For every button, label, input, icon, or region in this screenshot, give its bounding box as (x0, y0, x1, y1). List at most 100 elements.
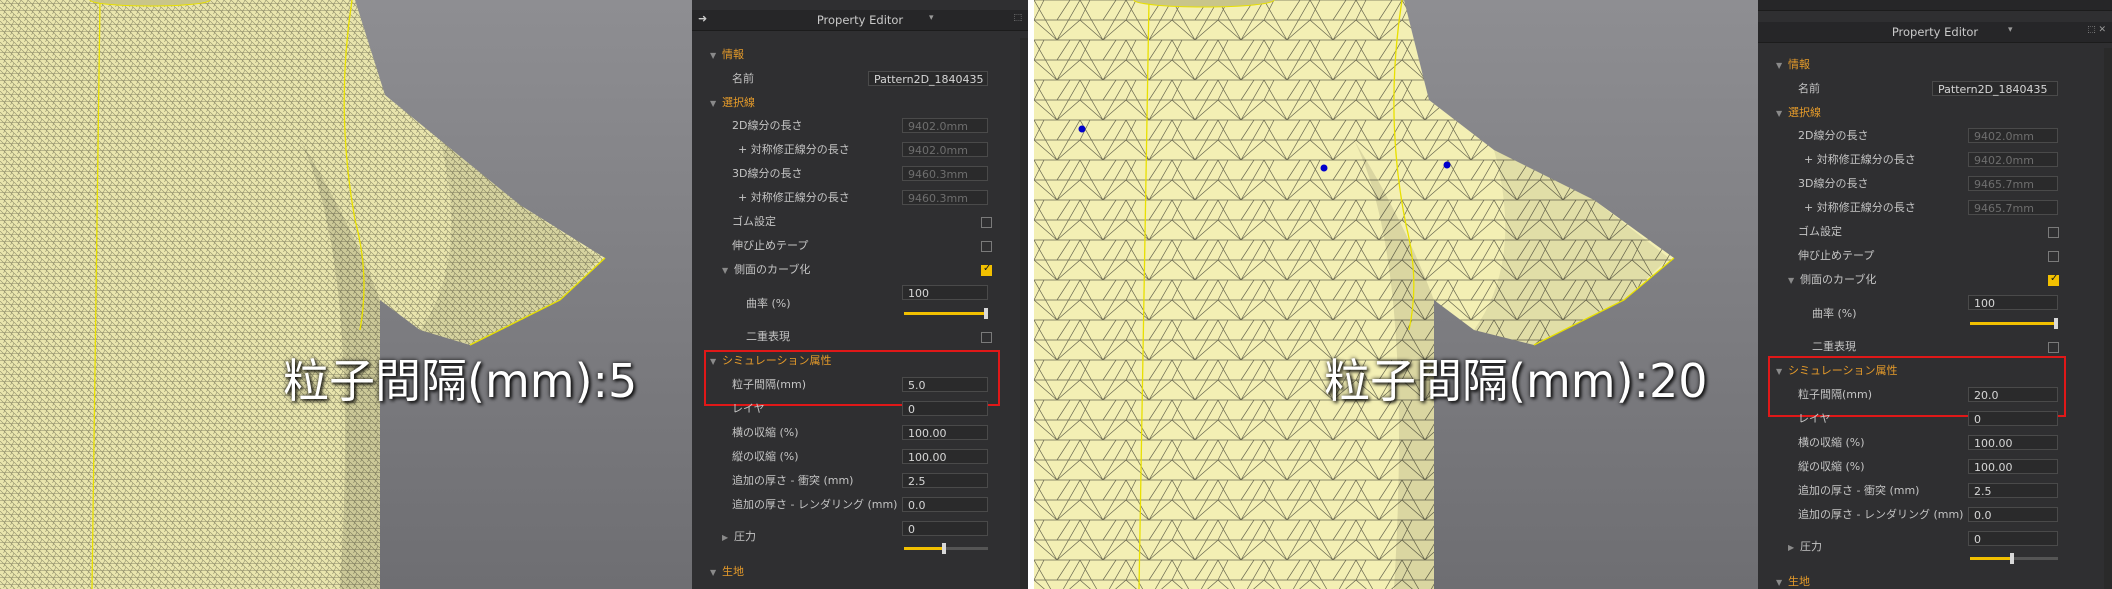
curvature-label: 曲率 (%) (746, 297, 791, 310)
curve-row[interactable]: ▼ 側面のカーブ化 (722, 259, 810, 281)
left-particle-distance-label: 粒子間隔(mm):5 (283, 354, 638, 408)
tape-label: 伸び止めテープ (732, 239, 809, 252)
thick-collision-field[interactable]: 2.5 (902, 473, 988, 488)
curvature-slider[interactable] (904, 308, 988, 319)
curve-checkbox[interactable] (981, 263, 992, 276)
expand-arrow-icon: ▶ (1788, 543, 1795, 552)
left-comparison: 粒子間隔(mm):5 ➜ Property Editor ▾ ⬚ ▼ 情報 名前 … (0, 0, 1028, 589)
slider-knob (2054, 318, 2058, 329)
len2d-label: 2D線分の長さ (1798, 129, 1869, 142)
layer-label: レイヤ (1798, 412, 1831, 425)
sym2d-field: 9402.0mm (902, 142, 988, 157)
panel-header: Property Editor ▾ ⬚ ✕ (1758, 22, 2112, 43)
scrollbar[interactable] (2104, 48, 2112, 589)
elastic-checkbox[interactable] (2048, 227, 2059, 238)
slider-knob (2010, 553, 2014, 564)
tape-label: 伸び止めテープ (1798, 249, 1875, 262)
panel-header: ➜ Property Editor ▾ ⬚ (692, 10, 1028, 31)
thick-collision-label: 追加の厚さ - 衝突 (mm) (1798, 484, 1920, 497)
thick-render-field[interactable]: 0.0 (1968, 507, 2058, 522)
sym2d-label: + 対称修正線分の長さ (1804, 153, 1916, 166)
sym3d-label: + 対称修正線分の長さ (738, 191, 850, 204)
len3d-field: 9460.3mm (902, 166, 988, 181)
pin-point (1078, 125, 1086, 133)
panel-header-top (1758, 0, 2112, 11)
shrink-h-field[interactable]: 100.00 (902, 425, 988, 440)
panel-title: Property Editor (1891, 25, 1979, 39)
left-property-editor: ➜ Property Editor ▾ ⬚ ▼ 情報 名前 Pattern2D_1… (692, 0, 1028, 589)
curvature-field[interactable]: 100 (902, 285, 988, 300)
len2d-field: 9402.0mm (902, 118, 988, 133)
tape-checkbox[interactable] (2048, 251, 2059, 262)
len3d-field: 9465.7mm (1968, 176, 2058, 191)
shrink-h-field[interactable]: 100.00 (1968, 435, 2058, 450)
right-comparison: 粒子間隔(mm):20 Property Editor ▾ ⬚ ✕ ▼ 情報 名前… (1034, 0, 2112, 589)
shrink-v-label: 縦の収縮 (%) (732, 450, 799, 463)
sym3d-label: + 対称修正線分の長さ (1804, 201, 1916, 214)
panel-title: Property Editor (816, 13, 904, 27)
pressure-field[interactable]: 0 (902, 521, 988, 536)
collapse-arrow-icon: ▼ (1788, 276, 1795, 285)
curve-row[interactable]: ▼ 側面のカーブ化 (1788, 269, 1876, 291)
section-fabric[interactable]: ▼ 生地 (710, 561, 744, 583)
thick-render-label: 追加の厚さ - レンダリング (mm) (732, 498, 898, 511)
curvature-field[interactable]: 100 (1968, 295, 2058, 310)
pressure-row[interactable]: ▶ 圧力 (722, 526, 756, 548)
dropdown-icon[interactable]: ▾ (2008, 25, 2013, 35)
dropdown-icon[interactable]: ▾ (929, 13, 934, 23)
right-particle-distance-label: 粒子間隔(mm):20 (1324, 354, 1708, 408)
right-3d-viewport[interactable]: 粒子間隔(mm):20 (1034, 0, 1758, 589)
elastic-checkbox[interactable] (981, 217, 992, 228)
double-checkbox[interactable] (981, 332, 992, 343)
section-selected-line[interactable]: ▼ 選択線 (1776, 102, 1821, 124)
shrink-v-label: 縦の収縮 (%) (1798, 460, 1865, 473)
name-field[interactable]: Pattern2D_1840435 (1932, 81, 2058, 96)
section-info[interactable]: ▼ 情報 (1776, 54, 1810, 76)
collapse-arrow-icon: ▼ (1776, 578, 1783, 587)
name-label: 名前 (1798, 82, 1820, 95)
curve-checkbox[interactable] (2048, 273, 2059, 286)
section-info[interactable]: ▼ 情報 (710, 44, 744, 66)
name-label: 名前 (732, 72, 754, 85)
collapse-arrow-icon: ▼ (1776, 109, 1783, 118)
pressure-field[interactable]: 0 (1968, 531, 2058, 546)
layer-field[interactable]: 0 (902, 401, 988, 416)
scrollbar[interactable] (1020, 38, 1028, 589)
pin-point (1443, 161, 1451, 169)
layer-label: レイヤ (732, 402, 765, 415)
section-selected-line[interactable]: ▼ 選択線 (710, 92, 755, 114)
pressure-slider[interactable] (1970, 553, 2058, 564)
pressure-row[interactable]: ▶ 圧力 (1788, 536, 1822, 558)
name-field[interactable]: Pattern2D_1840435 (868, 71, 988, 86)
sym2d-label: + 対称修正線分の長さ (738, 143, 850, 156)
double-label: 二重表現 (1812, 340, 1856, 353)
left-3d-viewport[interactable]: 粒子間隔(mm):5 (0, 0, 692, 589)
thick-collision-field[interactable]: 2.5 (1968, 483, 2058, 498)
thick-render-field[interactable]: 0.0 (902, 497, 988, 512)
elastic-label: ゴム設定 (732, 215, 776, 228)
left-viewport-canvas (0, 0, 692, 589)
shrink-v-field[interactable]: 100.00 (1968, 459, 2058, 474)
panel-controls-icon[interactable]: ⬚ (1013, 13, 1022, 23)
curvature-label: 曲率 (%) (1812, 307, 1857, 320)
thick-render-label: 追加の厚さ - レンダリング (mm) (1798, 508, 1964, 521)
expand-arrow-icon: ▶ (722, 533, 729, 542)
len2d-field: 9402.0mm (1968, 128, 2058, 143)
double-checkbox[interactable] (2048, 342, 2059, 353)
shrink-v-field[interactable]: 100.00 (902, 449, 988, 464)
curvature-slider[interactable] (1970, 318, 2058, 329)
layer-field[interactable]: 0 (1968, 411, 2058, 426)
pressure-slider[interactable] (904, 543, 988, 554)
sym3d-field: 9460.3mm (902, 190, 988, 205)
slider-knob (942, 543, 946, 554)
tape-checkbox[interactable] (981, 241, 992, 252)
shrink-h-label: 横の収縮 (%) (732, 426, 799, 439)
right-property-editor: Property Editor ▾ ⬚ ✕ ▼ 情報 名前 Pattern2D_1… (1758, 0, 2112, 589)
shrink-h-label: 横の収縮 (%) (1798, 436, 1865, 449)
sym2d-field: 9402.0mm (1968, 152, 2058, 167)
collapse-arrow-icon: ▼ (710, 568, 717, 577)
pin-point (1320, 164, 1328, 172)
panel-controls-icon[interactable]: ⬚ ✕ (2087, 25, 2106, 35)
section-fabric[interactable]: ▼ 生地 (1776, 571, 1810, 589)
right-viewport-canvas (1034, 0, 1758, 589)
